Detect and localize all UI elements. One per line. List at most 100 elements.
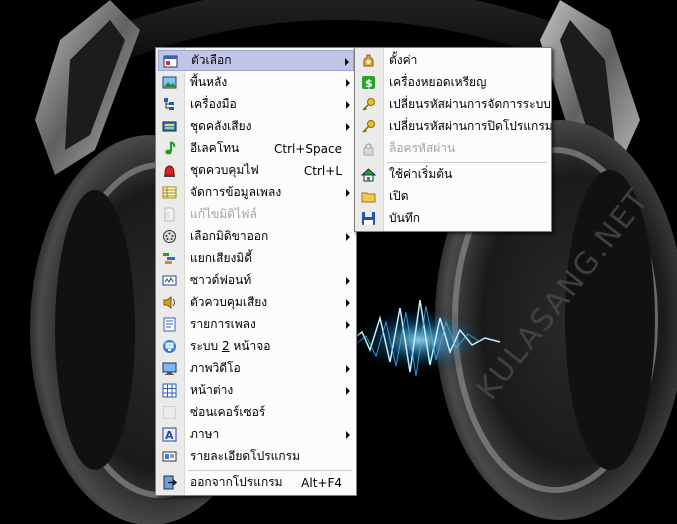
menu-item-label: เปลี่ยนรหัสผ่านการปิดโปรแกรม xyxy=(389,119,553,133)
background-icon xyxy=(162,75,177,90)
menu-item-label: หน้าต่าง xyxy=(190,383,234,397)
submenu-item-coin-machine[interactable]: $ เครื่องหยอดเหรียญ xyxy=(357,72,549,93)
submenu-arrow-icon xyxy=(346,101,350,109)
sound-bank-icon xyxy=(162,119,177,134)
submenu-item-change-admin-password[interactable]: เปลี่ยนรหัสผ่านการจัดการระบบ xyxy=(357,94,551,115)
menu-item-label: ใช้ค่าเริ่มต้น xyxy=(389,167,453,181)
cursor-icon xyxy=(162,405,177,420)
playlist-icon xyxy=(162,317,177,332)
menu-item-label: ซาวด์ฟอนท์ xyxy=(190,273,252,287)
menu-item-label: เครื่องมือ xyxy=(190,97,237,111)
menu-item-background[interactable]: พื้นหลัง xyxy=(158,72,354,93)
submenu-item-open[interactable]: เปิด xyxy=(357,186,549,207)
submenu-arrow-icon xyxy=(346,431,350,439)
submenu-item-save[interactable]: บันทึก xyxy=(357,208,549,229)
menu-item-label: ซ่อนเคอร์เซอร์ xyxy=(190,405,266,419)
menu-item-label: ภาพวิดีโอ xyxy=(190,361,241,375)
menu-item-volume-control[interactable]: ตัวควบคุมเสียง xyxy=(158,292,354,313)
menu-separator xyxy=(188,470,352,471)
menu-item-label: ระบบ 2 หน้าจอ xyxy=(190,339,271,353)
menu-item-label: พื้นหลัง xyxy=(190,75,228,89)
submenu-arrow-icon xyxy=(346,387,350,395)
menu-item-light-control[interactable]: ชุดควบคุมไฟ Ctrl+L xyxy=(158,160,354,181)
submenu-arrow-icon xyxy=(346,79,350,87)
submenu-arrow-icon xyxy=(346,189,350,197)
menu-item-about[interactable]: รายละเอียดโปรแกรม xyxy=(158,446,354,467)
tools-icon xyxy=(162,97,177,112)
key-icon xyxy=(361,97,376,112)
menu-item-label: ภาษา xyxy=(190,427,220,441)
submenu-arrow-icon xyxy=(345,58,349,66)
home-icon xyxy=(361,167,376,182)
submenu-arrow-icon xyxy=(346,123,350,131)
menu-item-hide-cursor[interactable]: ซ่อนเคอร์เซอร์ xyxy=(158,402,354,423)
coin-machine-icon: $ xyxy=(361,75,376,90)
menu-item-label: แยกเสียงมิดี้ xyxy=(190,251,253,265)
submenu-arrow-icon xyxy=(346,299,350,307)
menu-item-electone[interactable]: อีเลคโทน Ctrl+Space xyxy=(158,138,354,159)
light-control-icon xyxy=(162,163,177,178)
menu-item-label: แก้ไขมิดิไฟล์ xyxy=(190,207,257,221)
midi-file-icon xyxy=(162,207,177,222)
submenu-arrow-icon xyxy=(346,365,350,373)
menu-item-label: เปลี่ยนรหัสผ่านการจัดการระบบ xyxy=(389,97,551,111)
menu-item-label: ออกจากโปรแกรม xyxy=(190,475,283,489)
menu-item-exit[interactable]: ออกจากโปรแกรม Alt+F4 xyxy=(158,472,354,493)
settings-icon xyxy=(361,53,376,68)
submenu-item-lock-password: ล็อครหัสผ่าน xyxy=(357,138,549,159)
menu-item-label: เปิด xyxy=(389,189,409,203)
midi-split-icon xyxy=(162,251,177,266)
menu-item-label: ตั้งค่า xyxy=(389,53,418,67)
menu-item-edit-midi: แก้ไขมิดิไฟล์ xyxy=(158,204,354,225)
menu-item-soundfont[interactable]: ซาวด์ฟอนท์ xyxy=(158,270,354,291)
menu-item-song-data[interactable]: จัดการข้อมูลเพลง xyxy=(158,182,354,203)
menu-item-label: ตัวเลือก xyxy=(191,53,232,67)
menu-item-label: ล็อครหัสผ่าน xyxy=(389,141,456,155)
menu-item-window[interactable]: หน้าต่าง xyxy=(158,380,354,401)
menu-item-label: เลือกมิดิขาออก xyxy=(190,229,269,243)
menu-item-label: จัดการข้อมูลเพลง xyxy=(190,185,282,199)
menu-item-midi-split[interactable]: แยกเสียงมิดี้ xyxy=(158,248,354,269)
menu-item-options[interactable]: ตัวเลือก xyxy=(158,50,354,71)
menu-item-shortcut: Ctrl+Space xyxy=(274,141,342,156)
menu-item-shortcut: Ctrl+L xyxy=(303,163,342,178)
speaker-icon xyxy=(162,295,177,310)
menu-item-video[interactable]: ภาพวิดีโอ xyxy=(158,358,354,379)
menu-item-dual-screen[interactable]: ระบบ 2 หน้าจอ xyxy=(158,336,354,357)
language-icon: A xyxy=(162,427,177,442)
menu-separator xyxy=(387,162,547,163)
save-icon xyxy=(361,211,376,226)
about-icon xyxy=(162,449,177,464)
menu-item-playlist[interactable]: รายการเพลง xyxy=(158,314,354,335)
submenu-arrow-icon xyxy=(346,321,350,329)
key-icon xyxy=(361,119,376,134)
midi-out-icon xyxy=(162,229,177,244)
menu-item-label: อีเลคโทน xyxy=(190,141,240,155)
menu-item-shortcut: Alt+F4 xyxy=(301,475,342,490)
menu-item-label: เครื่องหยอดเหรียญ xyxy=(389,75,487,89)
submenu-item-use-defaults[interactable]: ใช้ค่าเริ่มต้น xyxy=(357,164,549,185)
menu-item-midi-out[interactable]: เลือกมิดิขาออก xyxy=(158,226,354,247)
song-data-icon xyxy=(162,185,177,200)
video-icon xyxy=(162,361,177,376)
submenu-arrow-icon xyxy=(346,277,350,285)
music-note-icon xyxy=(162,141,177,156)
menu-item-label: บันทึก xyxy=(389,211,420,225)
svg-text:A: A xyxy=(165,429,174,442)
menu-item-label: รายละเอียดโปรแกรม xyxy=(190,449,301,463)
options-submenu: ตั้งค่า $ เครื่องหยอดเหรียญ เปลี่ยนรหัสผ… xyxy=(354,47,553,232)
menu-item-tools[interactable]: เครื่องมือ xyxy=(158,94,354,115)
options-icon xyxy=(163,54,178,69)
menu-item-label: ชุดคลังเสียง xyxy=(190,119,252,133)
window-icon xyxy=(162,383,177,398)
menu-item-label: ตัวควบคุมเสียง xyxy=(190,295,268,309)
main-context-menu: ตัวเลือก พื้นหลัง เครื่องมือ ชุดคลังเสีย… xyxy=(155,47,357,496)
menu-item-language[interactable]: A ภาษา xyxy=(158,424,354,445)
menu-item-sound-bank[interactable]: ชุดคลังเสียง xyxy=(158,116,354,137)
submenu-item-change-close-password[interactable]: เปลี่ยนรหัสผ่านการปิดโปรแกรม xyxy=(357,116,553,137)
open-folder-icon xyxy=(361,189,376,204)
exit-icon xyxy=(162,475,177,490)
submenu-item-settings[interactable]: ตั้งค่า xyxy=(357,50,549,71)
menu-item-label: รายการเพลง xyxy=(190,317,256,331)
lock-icon xyxy=(361,141,376,156)
